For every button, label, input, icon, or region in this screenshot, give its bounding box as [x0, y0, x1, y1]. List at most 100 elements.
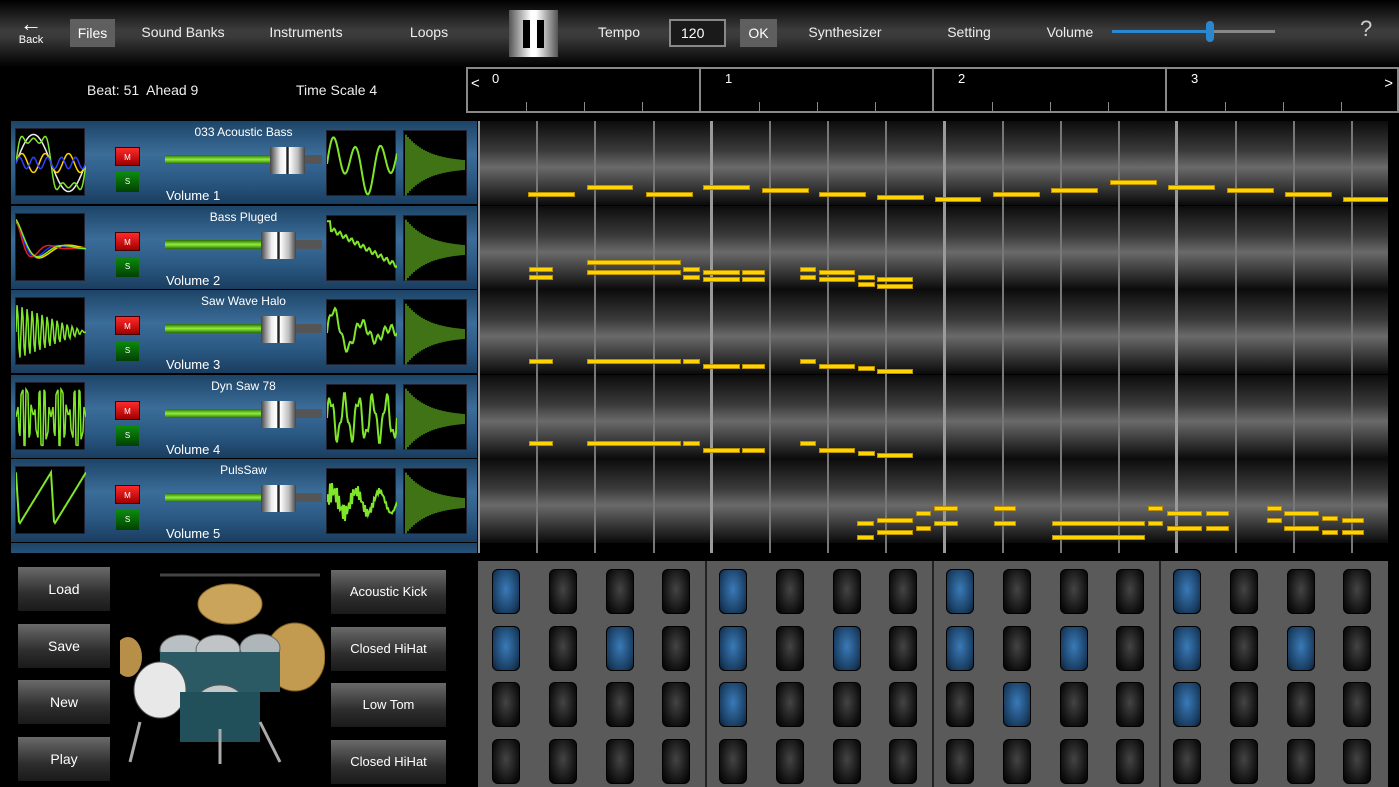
track-volume-slider[interactable]: [165, 409, 322, 418]
drum-pad[interactable]: [889, 626, 917, 671]
setting-tab[interactable]: Setting: [947, 24, 991, 40]
note[interactable]: [1342, 530, 1364, 535]
drum-pad[interactable]: [776, 626, 804, 671]
note[interactable]: [703, 448, 740, 453]
drum-instrument-button[interactable]: Acoustic Kick: [331, 570, 446, 614]
ruler-next-button[interactable]: >: [1384, 75, 1393, 92]
drum-pad[interactable]: [1343, 739, 1371, 784]
drum-pad[interactable]: [1230, 682, 1258, 727]
solo-button[interactable]: S: [116, 426, 139, 446]
drum-pad[interactable]: [1287, 739, 1315, 784]
drum-pad[interactable]: [889, 682, 917, 727]
note[interactable]: [1322, 530, 1338, 535]
note[interactable]: [703, 364, 740, 369]
drum-pad[interactable]: [833, 682, 861, 727]
note[interactable]: [1227, 188, 1274, 193]
note[interactable]: [1051, 188, 1098, 193]
note[interactable]: [1168, 185, 1215, 190]
note[interactable]: [683, 267, 700, 272]
note[interactable]: [529, 441, 553, 446]
note[interactable]: [819, 270, 855, 275]
note[interactable]: [994, 506, 1016, 511]
drum-pad[interactable]: [1060, 626, 1088, 671]
drum-pad[interactable]: [1343, 569, 1371, 614]
drum-pad[interactable]: [1003, 569, 1031, 614]
note[interactable]: [742, 270, 765, 275]
note[interactable]: [993, 192, 1040, 197]
mute-button[interactable]: M: [115, 232, 140, 251]
drum-pad[interactable]: [719, 626, 747, 671]
drum-pad[interactable]: [606, 626, 634, 671]
note[interactable]: [1285, 192, 1332, 197]
note[interactable]: [1206, 511, 1229, 516]
note[interactable]: [1167, 526, 1202, 531]
mute-button[interactable]: M: [115, 316, 140, 335]
drum-pad[interactable]: [1230, 626, 1258, 671]
note[interactable]: [858, 275, 875, 280]
note[interactable]: [935, 197, 982, 202]
note[interactable]: [1167, 511, 1202, 516]
drum-pad[interactable]: [1343, 682, 1371, 727]
new-button[interactable]: New: [18, 680, 110, 724]
drum-pad[interactable]: [1173, 682, 1201, 727]
note[interactable]: [762, 188, 809, 193]
drum-pad[interactable]: [776, 569, 804, 614]
note[interactable]: [1284, 511, 1319, 516]
drum-pad[interactable]: [946, 626, 974, 671]
note[interactable]: [587, 185, 634, 190]
drum-pad[interactable]: [662, 682, 690, 727]
note[interactable]: [703, 270, 740, 275]
note[interactable]: [528, 192, 575, 197]
note[interactable]: [1052, 535, 1145, 540]
drum-pad[interactable]: [719, 569, 747, 614]
note[interactable]: [819, 448, 855, 453]
drum-pad[interactable]: [1003, 682, 1031, 727]
note[interactable]: [529, 275, 553, 280]
note[interactable]: [877, 284, 913, 289]
note[interactable]: [529, 267, 553, 272]
note[interactable]: [1267, 506, 1282, 511]
drum-pad[interactable]: [606, 739, 634, 784]
drum-pad[interactable]: [662, 569, 690, 614]
note[interactable]: [683, 275, 700, 280]
drum-pad[interactable]: [1287, 569, 1315, 614]
drum-instrument-button[interactable]: Low Tom: [331, 683, 446, 727]
note[interactable]: [800, 267, 816, 272]
drum-pad[interactable]: [946, 739, 974, 784]
loops-tab[interactable]: Loops: [410, 24, 448, 40]
drum-pad[interactable]: [1003, 626, 1031, 671]
note[interactable]: [800, 441, 816, 446]
drum-pad[interactable]: [1060, 569, 1088, 614]
note[interactable]: [703, 277, 740, 282]
drum-pad[interactable]: [719, 682, 747, 727]
note[interactable]: [1284, 526, 1319, 531]
drum-pad[interactable]: [1116, 739, 1144, 784]
drum-pad[interactable]: [1173, 626, 1201, 671]
note[interactable]: [1322, 516, 1338, 521]
note[interactable]: [1343, 197, 1388, 202]
note[interactable]: [742, 277, 765, 282]
drum-pad[interactable]: [606, 682, 634, 727]
back-button[interactable]: ← Back: [14, 14, 48, 46]
drum-pad[interactable]: [776, 739, 804, 784]
drum-pad[interactable]: [492, 569, 520, 614]
instruments-tab[interactable]: Instruments: [269, 24, 342, 40]
note[interactable]: [858, 451, 875, 456]
drum-pad[interactable]: [946, 682, 974, 727]
play-button[interactable]: Play: [18, 737, 110, 781]
drum-instrument-button[interactable]: Closed HiHat: [331, 627, 446, 671]
drum-pad[interactable]: [1173, 569, 1201, 614]
note[interactable]: [1148, 521, 1163, 526]
note[interactable]: [877, 518, 913, 523]
drum-pad[interactable]: [946, 569, 974, 614]
tempo-ok-button[interactable]: OK: [740, 19, 777, 47]
track-volume-handle[interactable]: [261, 316, 296, 343]
track-volume-handle[interactable]: [261, 401, 296, 428]
drum-pad[interactable]: [889, 569, 917, 614]
drum-pad[interactable]: [1116, 682, 1144, 727]
note[interactable]: [819, 364, 855, 369]
volume-slider-thumb[interactable]: [1206, 21, 1214, 42]
note[interactable]: [800, 275, 816, 280]
drum-pad[interactable]: [1116, 569, 1144, 614]
note[interactable]: [819, 192, 866, 197]
